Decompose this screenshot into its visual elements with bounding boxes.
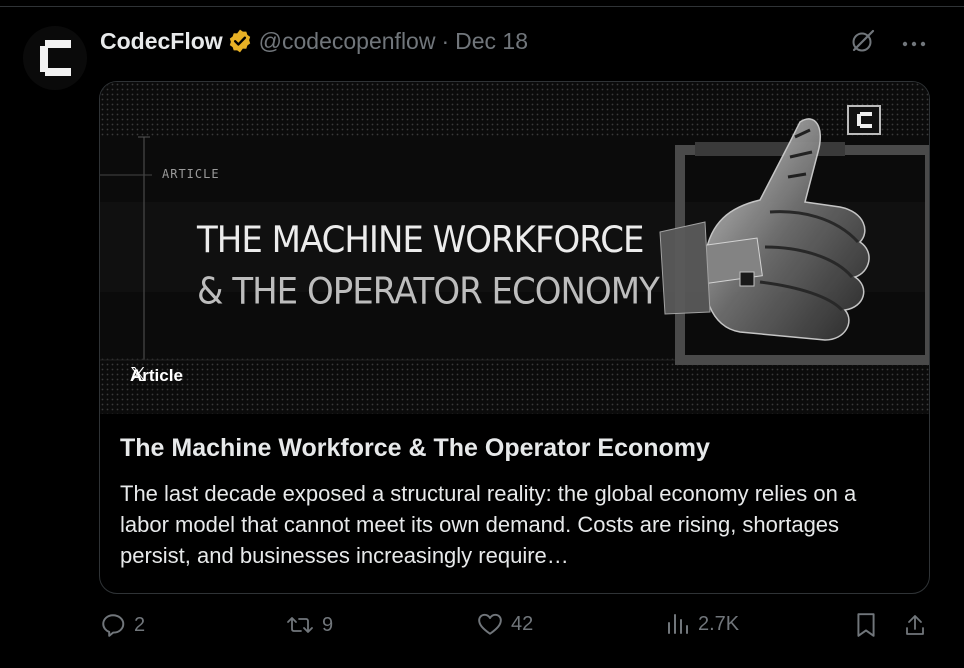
header-actions [850,28,926,59]
handle[interactable]: @codecopenflow [259,28,436,55]
repost-count: 9 [322,613,334,636]
reply-icon [102,614,125,637]
share-icon [906,615,924,635]
more-icon[interactable] [902,35,926,53]
views-count: 2.7K [698,612,740,635]
bookmark-icon [857,613,875,637]
like-button[interactable]: 42 [477,612,533,636]
article-title[interactable]: The Machine Workforce & The Operator Eco… [120,432,910,464]
reply-button[interactable]: 2 [100,612,145,638]
display-name[interactable]: CodecFlow [100,28,223,55]
bookmark-button[interactable] [855,612,877,638]
avatar[interactable] [23,26,87,90]
banner-label: ARTICLE [162,167,220,181]
article-text[interactable]: The Machine Workforce & The Operator Eco… [120,432,910,571]
tweet-actions: 2 9 42 2.7K [100,612,930,646]
banner-title-line1: THE MACHINE WORKFORCE [197,218,644,262]
views-button[interactable]: 2.7K [666,612,739,636]
banner-title-line2: & THE OPERATOR ECONOMY [197,270,660,314]
codecflow-logo-icon [40,40,71,76]
grok-icon[interactable] [850,28,876,59]
article-banner[interactable]: ARTICLE THE MACHINE WORKFORCE & THE OPER… [100,82,929,414]
share-button[interactable] [903,612,927,638]
reply-count: 2 [134,613,146,636]
x-logo-icon [131,367,145,381]
views-icon [668,614,688,634]
separator: · [441,27,450,54]
banner-title: THE MACHINE WORKFORCE & THE OPERATOR ECO… [197,214,660,318]
like-count: 42 [511,612,534,635]
tweet-date[interactable]: Dec 18 [455,28,528,55]
verified-badge-icon[interactable] [227,28,253,54]
article-badge: Article [130,366,183,386]
divider [0,6,964,7]
like-icon [478,613,502,635]
article-description: The last decade exposed a structural rea… [120,481,857,568]
tweet-header: CodecFlow @codecopenflow · Dec 18 [100,26,528,56]
article-card[interactable]: ARTICLE THE MACHINE WORKFORCE & THE OPER… [99,81,930,594]
repost-icon [287,617,313,633]
repost-button[interactable]: 9 [286,612,333,638]
